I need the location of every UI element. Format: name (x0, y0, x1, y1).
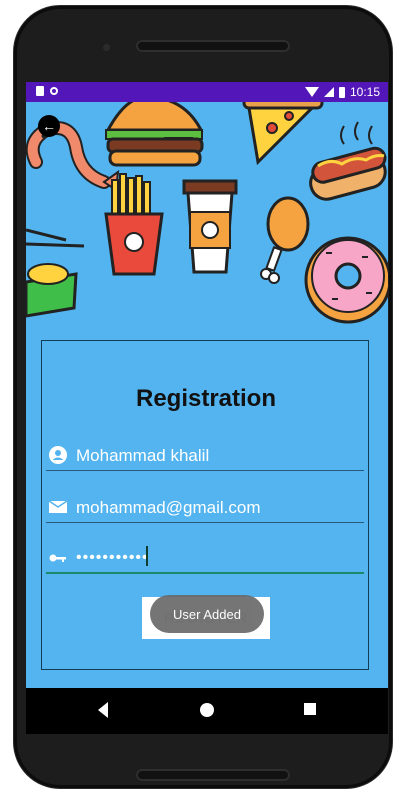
toast-message: User Added (150, 595, 264, 633)
sim-card-icon (36, 86, 44, 96)
sync-icon (50, 87, 58, 95)
front-camera (103, 44, 110, 51)
fries-illustration (104, 173, 164, 276)
text-cursor (146, 546, 148, 566)
mail-icon (48, 500, 68, 513)
burger-illustration (105, 102, 204, 167)
coffee-cup-illustration (182, 179, 238, 274)
registration-screen: ← Registration Mohammad khalil mohammad@… (26, 102, 388, 688)
name-field[interactable]: Mohammad khalil (46, 441, 364, 471)
status-bar: 10:15 (26, 82, 388, 102)
donut-illustration (304, 236, 388, 324)
food-illustration (26, 102, 388, 324)
square-recent-icon[interactable] (304, 703, 316, 715)
cell-signal-icon (323, 87, 334, 97)
device-screen: 10:15 ← Registration Mohammad khalil moh… (26, 82, 388, 734)
person-icon (49, 446, 67, 464)
battery-icon (338, 86, 345, 98)
noodle-box-illustration (26, 228, 85, 318)
password-input-value: ••••••••••• (76, 549, 149, 566)
navigation-bar (26, 688, 388, 734)
pizza-illustration (242, 102, 324, 166)
earpiece-speaker (136, 40, 290, 52)
email-field[interactable]: mohammad@gmail.com (46, 493, 364, 523)
form-title: Registration (135, 385, 276, 412)
status-time: 10:15 (349, 85, 380, 99)
key-icon (49, 554, 66, 562)
chicken-leg-illustration (260, 196, 310, 284)
hotdog-illustration (309, 121, 387, 201)
bottom-speaker (136, 769, 290, 781)
triangle-back-icon[interactable] (98, 702, 108, 718)
password-field[interactable]: ••••••••••• (46, 544, 364, 574)
registration-form: Registration Mohammad khalil mohammad@gm… (41, 340, 369, 670)
circle-home-icon[interactable] (200, 703, 214, 717)
name-input-value: Mohammad khalil (76, 446, 210, 465)
email-input-value: mohammad@gmail.com (76, 498, 261, 517)
wifi-icon (304, 87, 319, 97)
back-arrow-icon[interactable]: ← (38, 115, 60, 137)
